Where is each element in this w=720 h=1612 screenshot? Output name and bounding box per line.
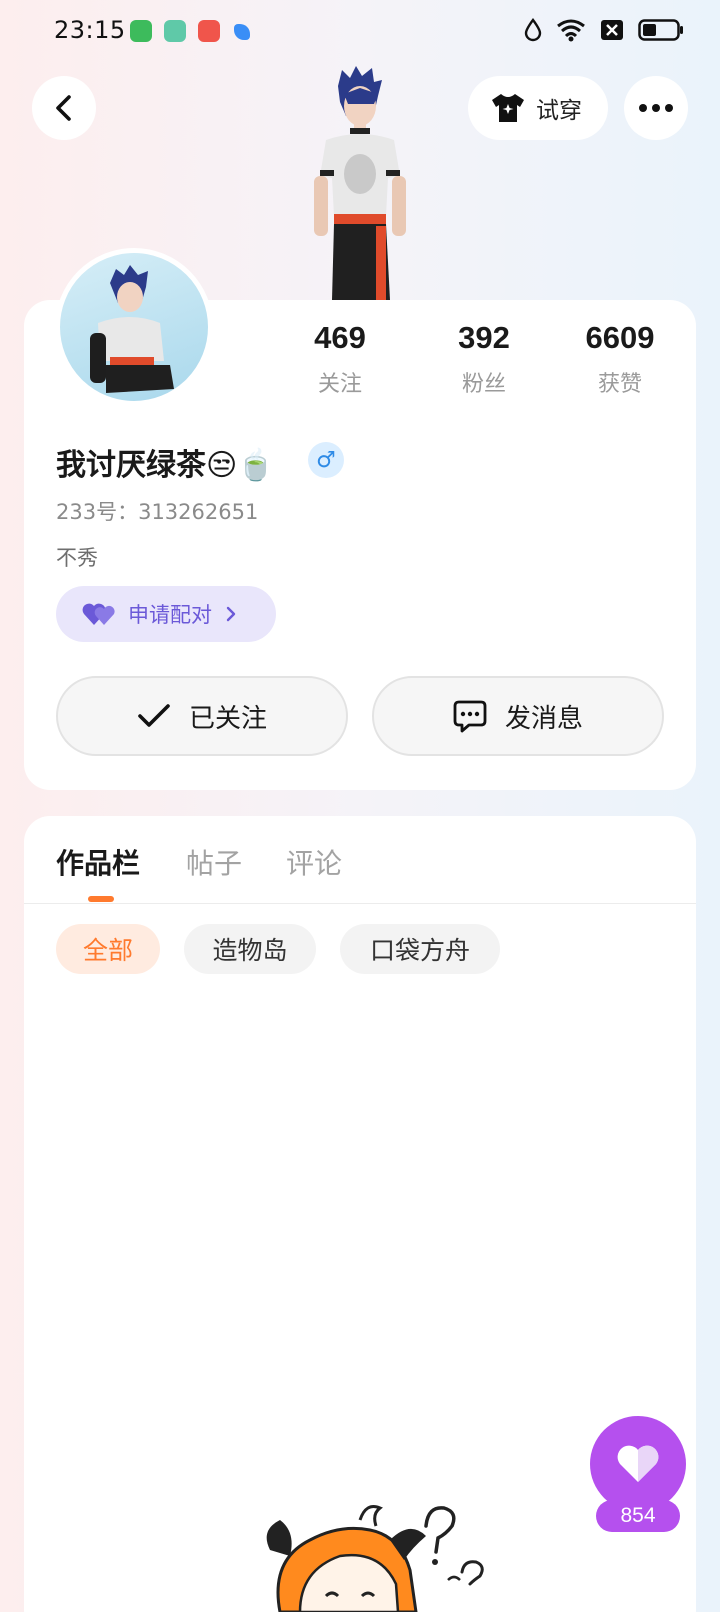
likes-count: 6609 xyxy=(585,320,655,355)
user-avatar[interactable] xyxy=(55,248,213,406)
feather-app-icon xyxy=(234,24,250,40)
wifi-icon xyxy=(557,19,585,42)
status-bar: 23:15 xyxy=(0,0,720,66)
shirt-icon xyxy=(492,94,524,122)
back-arrow-icon xyxy=(56,95,71,121)
like-button[interactable] xyxy=(590,1416,686,1512)
more-button[interactable] xyxy=(624,76,688,140)
try-on-button[interactable]: 试穿 xyxy=(468,76,608,140)
tab-works[interactable]: 作品栏 xyxy=(56,842,140,882)
send-message-button[interactable]: 发消息 xyxy=(372,676,664,756)
sim-off-icon xyxy=(601,20,623,40)
filter-pocket-ark[interactable]: 口袋方舟 xyxy=(340,924,500,974)
request-pair-label: 申请配对 xyxy=(128,603,212,627)
request-pair-button[interactable]: 申请配对 xyxy=(56,586,276,642)
following-label: 关注 xyxy=(317,372,362,397)
following-count: 469 xyxy=(314,320,366,355)
user-id: 233号：313262651 xyxy=(56,500,259,524)
avatar-3d-figure xyxy=(314,66,406,300)
more-dots-icon xyxy=(639,104,673,112)
battery-icon xyxy=(638,19,683,41)
filter-all[interactable]: 全部 xyxy=(56,924,160,974)
status-icons xyxy=(524,18,684,42)
male-gender-icon: ♂ xyxy=(308,442,344,478)
user-bio: 不秀 xyxy=(56,546,98,570)
active-tab-indicator xyxy=(88,896,114,902)
filter-creation-island[interactable]: 造物岛 xyxy=(184,924,316,974)
likes-label: 获赞 xyxy=(597,372,642,397)
tabs-divider xyxy=(24,903,696,904)
send-message-label: 发消息 xyxy=(504,703,583,734)
stat-followers[interactable]: 392 粉丝 xyxy=(424,320,544,398)
music-app-icon xyxy=(198,20,220,42)
try-on-label: 试穿 xyxy=(536,98,582,124)
tab-comments[interactable]: 评论 xyxy=(286,842,342,882)
heart-icon xyxy=(617,1445,659,1482)
followed-button[interactable]: 已关注 xyxy=(56,676,348,756)
followers-label: 粉丝 xyxy=(461,372,506,397)
username: 我讨厌绿茶😒🍵 xyxy=(56,448,275,483)
chevron-right-icon xyxy=(226,606,236,622)
drop-icon xyxy=(524,18,542,42)
followers-count: 392 xyxy=(458,320,510,355)
app-ring-icon xyxy=(164,20,186,42)
hearts-icon xyxy=(82,603,115,625)
stat-likes[interactable]: 6609 获赞 xyxy=(560,320,680,398)
app-store-icon xyxy=(130,20,152,42)
avatar-figure-icon xyxy=(90,265,174,393)
tab-posts[interactable]: 帖子 xyxy=(186,842,242,882)
checkmark-icon xyxy=(138,704,170,727)
stat-following[interactable]: 469 关注 xyxy=(280,320,400,398)
like-count-badge: 854 xyxy=(596,1500,680,1532)
status-time: 23:15 xyxy=(54,16,126,44)
followed-label: 已关注 xyxy=(188,703,267,734)
confused-mascot-illustration xyxy=(266,1505,484,1612)
chat-bubble-icon xyxy=(453,700,487,733)
back-button[interactable] xyxy=(32,76,96,140)
